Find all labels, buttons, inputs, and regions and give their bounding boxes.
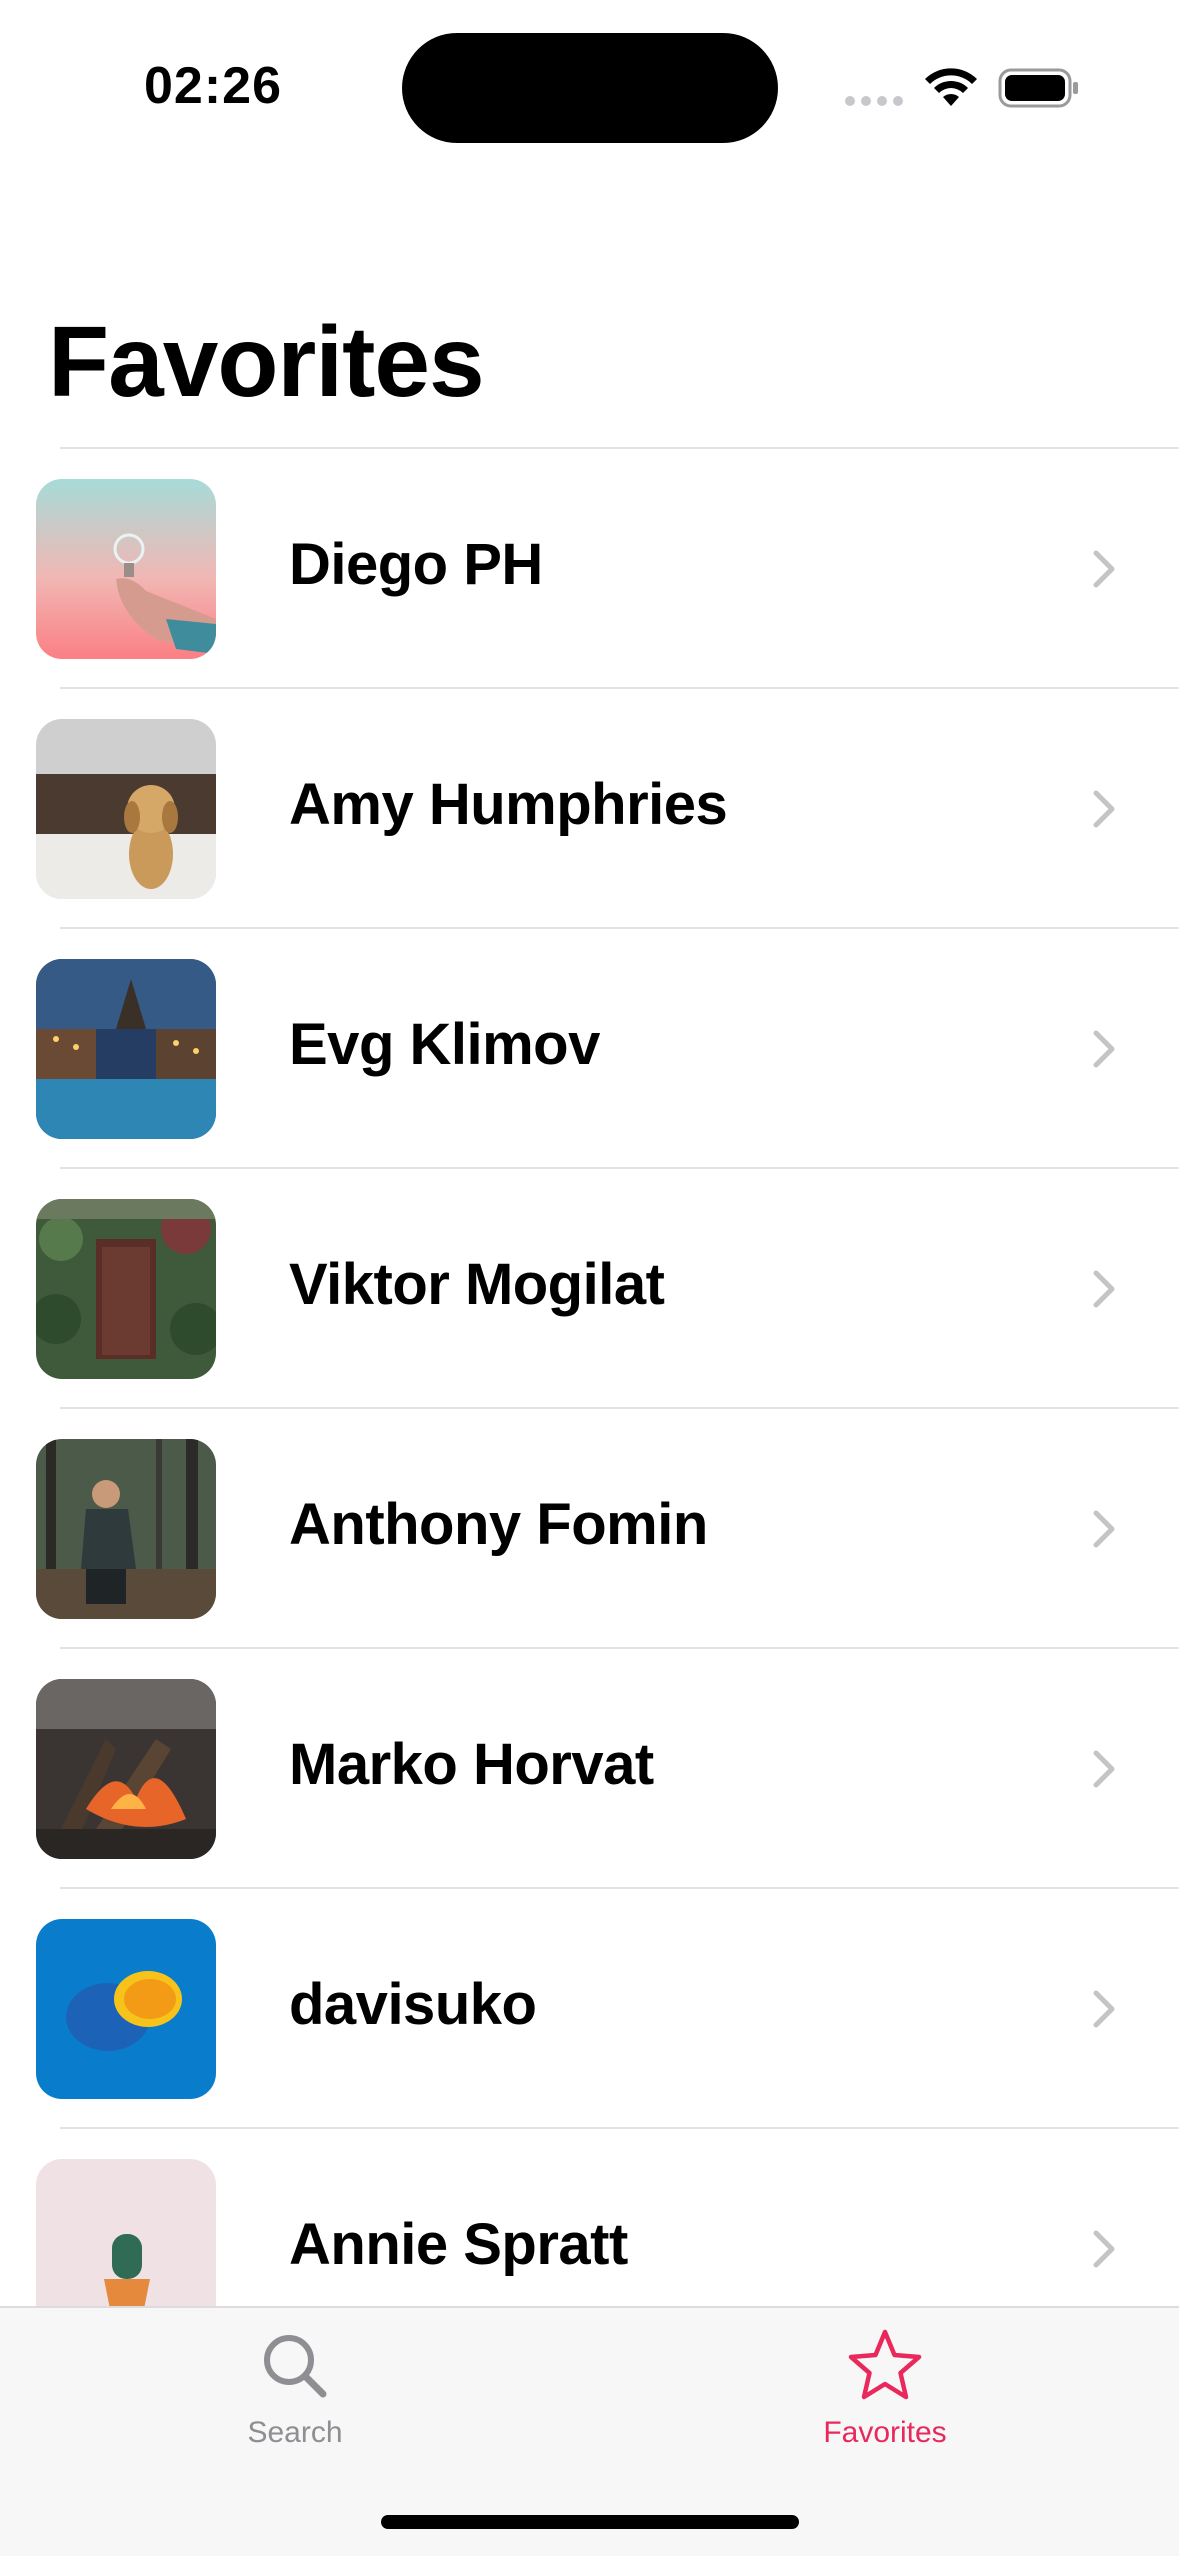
chevron-right-icon	[1093, 1990, 1115, 2028]
favorite-name: Evg Klimov	[289, 1012, 600, 1077]
chevron-right-icon	[1093, 1270, 1115, 1308]
thumbnail-image	[36, 719, 216, 899]
row-separator	[60, 2127, 1179, 2129]
tab-search[interactable]: Search	[95, 2308, 495, 2468]
favorite-name: davisuko	[289, 1972, 537, 2037]
thumbnail-image	[36, 1439, 216, 1619]
chevron-right-icon	[1093, 790, 1115, 828]
list-item[interactable]: Anthony Fomin	[0, 1407, 1179, 1647]
home-indicator	[381, 2515, 799, 2529]
chevron-right-icon	[1093, 1750, 1115, 1788]
favorite-name: Viktor Mogilat	[289, 1252, 665, 1317]
row-separator	[60, 687, 1179, 689]
status-time: 02:26	[144, 57, 282, 115]
page-title: Favorites	[48, 306, 485, 418]
favorite-name: Anthony Fomin	[289, 1492, 708, 1557]
list-item[interactable]: Evg Klimov	[0, 927, 1179, 1167]
favorite-name: Amy Humphries	[289, 772, 728, 837]
cellular-signal-icon	[845, 96, 903, 106]
list-item[interactable]: Viktor Mogilat	[0, 1167, 1179, 1407]
favorites-list: Diego PH Amy Humphries Evg Klimov Viktor…	[0, 447, 1179, 2307]
row-separator	[60, 447, 1179, 449]
row-separator	[60, 1407, 1179, 1409]
thumbnail-image	[36, 959, 216, 1139]
chevron-right-icon	[1093, 1510, 1115, 1548]
list-item[interactable]: Amy Humphries	[0, 687, 1179, 927]
row-separator	[60, 1647, 1179, 1649]
battery-icon	[998, 68, 1078, 108]
chevron-right-icon	[1093, 1030, 1115, 1068]
list-item[interactable]: Diego PH	[0, 447, 1179, 687]
thumbnail-image	[36, 1919, 216, 2099]
list-item[interactable]: Marko Horvat	[0, 1647, 1179, 1887]
list-item[interactable]: Annie Spratt	[0, 2127, 1179, 2307]
tab-search-label: Search	[247, 2416, 343, 2449]
thumbnail-image	[36, 1199, 216, 1379]
search-icon	[264, 2335, 327, 2398]
list-item[interactable]: davisuko	[0, 1887, 1179, 2127]
row-separator	[60, 1167, 1179, 1169]
star-icon	[848, 2329, 922, 2400]
chevron-right-icon	[1093, 550, 1115, 588]
tab-favorites-label: Favorites	[823, 2416, 947, 2449]
row-separator	[60, 927, 1179, 929]
chevron-right-icon	[1093, 2230, 1115, 2268]
dynamic-island	[402, 33, 778, 143]
row-separator	[60, 1887, 1179, 1889]
favorite-name: Marko Horvat	[289, 1732, 654, 1797]
favorite-name: Diego PH	[289, 532, 543, 597]
status-bar: 02:26	[0, 0, 1179, 175]
wifi-icon	[925, 68, 977, 106]
thumbnail-image	[36, 1679, 216, 1859]
favorite-name: Annie Spratt	[289, 2212, 628, 2277]
thumbnail-image	[36, 479, 216, 659]
tab-favorites[interactable]: Favorites	[685, 2308, 1085, 2468]
thumbnail-image	[36, 2159, 216, 2307]
